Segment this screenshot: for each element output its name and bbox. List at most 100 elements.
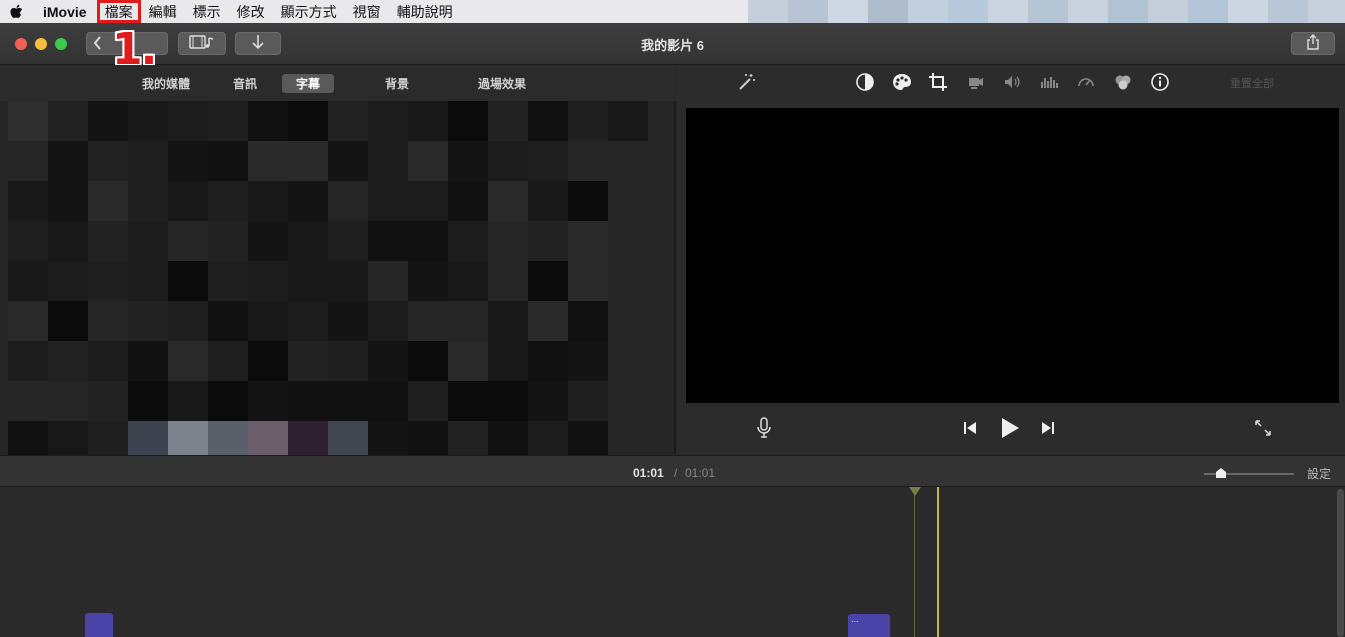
timeline-panel[interactable]: ... xyxy=(0,487,1345,637)
window-title: 我的影片 6 xyxy=(641,38,704,53)
microphone-icon[interactable] xyxy=(754,416,774,440)
menubar-blurred-area xyxy=(748,0,1345,23)
browser-tab-bar: 我的媒體 音訊 字幕 背景 過場效果 xyxy=(0,65,676,101)
mosaic-cell xyxy=(288,101,328,141)
mosaic-cell xyxy=(248,261,288,301)
current-time: 01:01 xyxy=(633,466,664,480)
tab-transitions[interactable]: 過場效果 xyxy=(464,74,540,93)
mosaic-cell xyxy=(448,261,488,301)
menu-modify[interactable]: 修改 xyxy=(229,0,273,23)
mosaic-cell xyxy=(528,341,568,381)
crop-icon[interactable] xyxy=(927,71,949,93)
mosaic-cell xyxy=(208,341,248,381)
mosaic-cell xyxy=(168,101,208,141)
mosaic-cell xyxy=(568,261,608,301)
mosaic-cell xyxy=(448,181,488,221)
timeline-scrollbar[interactable] xyxy=(1337,489,1344,637)
mosaic-cell xyxy=(248,301,288,341)
info-icon[interactable] xyxy=(1149,71,1171,93)
apple-icon[interactable] xyxy=(9,4,25,20)
mosaic-cell xyxy=(448,341,488,381)
mosaic-cell xyxy=(328,381,368,421)
mosaic-cell xyxy=(528,261,568,301)
mosaic-cell xyxy=(568,221,608,261)
mosaic-cell xyxy=(408,381,448,421)
speed-icon[interactable] xyxy=(1075,71,1097,93)
mosaic-cell xyxy=(288,181,328,221)
skip-forward-icon[interactable] xyxy=(1038,419,1058,437)
tab-backgrounds[interactable]: 背景 xyxy=(371,74,423,93)
timeline-settings-button[interactable]: 設定 xyxy=(1307,465,1331,482)
mosaic-cell xyxy=(328,141,368,181)
mosaic-cell xyxy=(48,341,88,381)
title-bar: 我的影片 6 xyxy=(0,23,1345,65)
mosaic-cell xyxy=(568,101,608,141)
zoom-slider-knob[interactable] xyxy=(1215,466,1227,478)
menu-view[interactable]: 顯示方式 xyxy=(273,0,345,23)
mosaic-cell xyxy=(48,301,88,341)
skimmer-marker[interactable] xyxy=(909,487,921,496)
color-correction-icon[interactable] xyxy=(891,71,913,93)
fullscreen-icon[interactable] xyxy=(1252,417,1274,439)
noise-reduction-icon[interactable] xyxy=(1038,71,1060,93)
mosaic-cell xyxy=(168,141,208,181)
mosaic-cell xyxy=(488,181,528,221)
clip-label: ... xyxy=(851,614,859,624)
mosaic-cell xyxy=(208,101,248,141)
mosaic-cell xyxy=(48,381,88,421)
menu-edit[interactable]: 編輯 xyxy=(141,0,185,23)
mosaic-cell xyxy=(8,141,48,181)
clip-filter-icon[interactable] xyxy=(1112,71,1134,93)
mosaic-cell xyxy=(88,381,128,421)
tab-audio[interactable]: 音訊 xyxy=(219,74,271,93)
playhead[interactable] xyxy=(937,487,939,637)
mosaic-cell xyxy=(488,301,528,341)
stabilization-icon[interactable] xyxy=(965,71,987,93)
mosaic-cell xyxy=(368,301,408,341)
mosaic-cell xyxy=(208,181,248,221)
menu-mark[interactable]: 標示 xyxy=(185,0,229,23)
menu-help[interactable]: 輔助說明 xyxy=(389,0,461,23)
mosaic-cell xyxy=(248,101,288,141)
mosaic-cell xyxy=(8,101,48,141)
mosaic-cell xyxy=(488,261,528,301)
mosaic-cell xyxy=(488,221,528,261)
share-button[interactable] xyxy=(1291,32,1335,55)
menu-file[interactable]: 檔案 xyxy=(96,0,141,23)
play-icon[interactable] xyxy=(998,415,1022,441)
volume-icon[interactable] xyxy=(1001,71,1023,93)
viewer-panel: 重置全部 xyxy=(678,65,1345,455)
mosaic-cell xyxy=(568,301,608,341)
mosaic-cell xyxy=(528,141,568,181)
color-balance-icon[interactable] xyxy=(854,71,876,93)
mosaic-cell xyxy=(528,301,568,341)
mosaic-cell xyxy=(328,101,368,141)
skip-back-icon[interactable] xyxy=(960,419,980,437)
magic-wand-icon[interactable] xyxy=(736,71,758,93)
title-clip[interactable] xyxy=(85,613,113,637)
mosaic-cell xyxy=(368,261,408,301)
mosaic-cell xyxy=(368,101,408,141)
mosaic-cell xyxy=(528,181,568,221)
mosaic-cell xyxy=(168,261,208,301)
title-clip[interactable]: ... xyxy=(848,614,890,637)
menu-window[interactable]: 視窗 xyxy=(345,0,389,23)
mosaic-cell xyxy=(328,181,368,221)
pixelated-title-grid[interactable] xyxy=(8,101,658,461)
mosaic-cell xyxy=(448,381,488,421)
mosaic-cell xyxy=(88,221,128,261)
mosaic-cell xyxy=(8,301,48,341)
mosaic-cell xyxy=(48,221,88,261)
mosaic-cell xyxy=(128,301,168,341)
mosaic-cell xyxy=(248,381,288,421)
reset-all-button[interactable]: 重置全部 xyxy=(1230,75,1274,91)
menu-app-name[interactable]: iMovie xyxy=(43,0,97,23)
share-icon xyxy=(1306,34,1320,53)
mosaic-cell xyxy=(128,141,168,181)
mosaic-cell xyxy=(8,261,48,301)
tab-my-media[interactable]: 我的媒體 xyxy=(128,74,204,93)
skimmer-line xyxy=(914,487,915,637)
tab-titles[interactable]: 字幕 xyxy=(282,74,335,93)
mosaic-cell xyxy=(488,381,528,421)
mosaic-cell xyxy=(288,381,328,421)
